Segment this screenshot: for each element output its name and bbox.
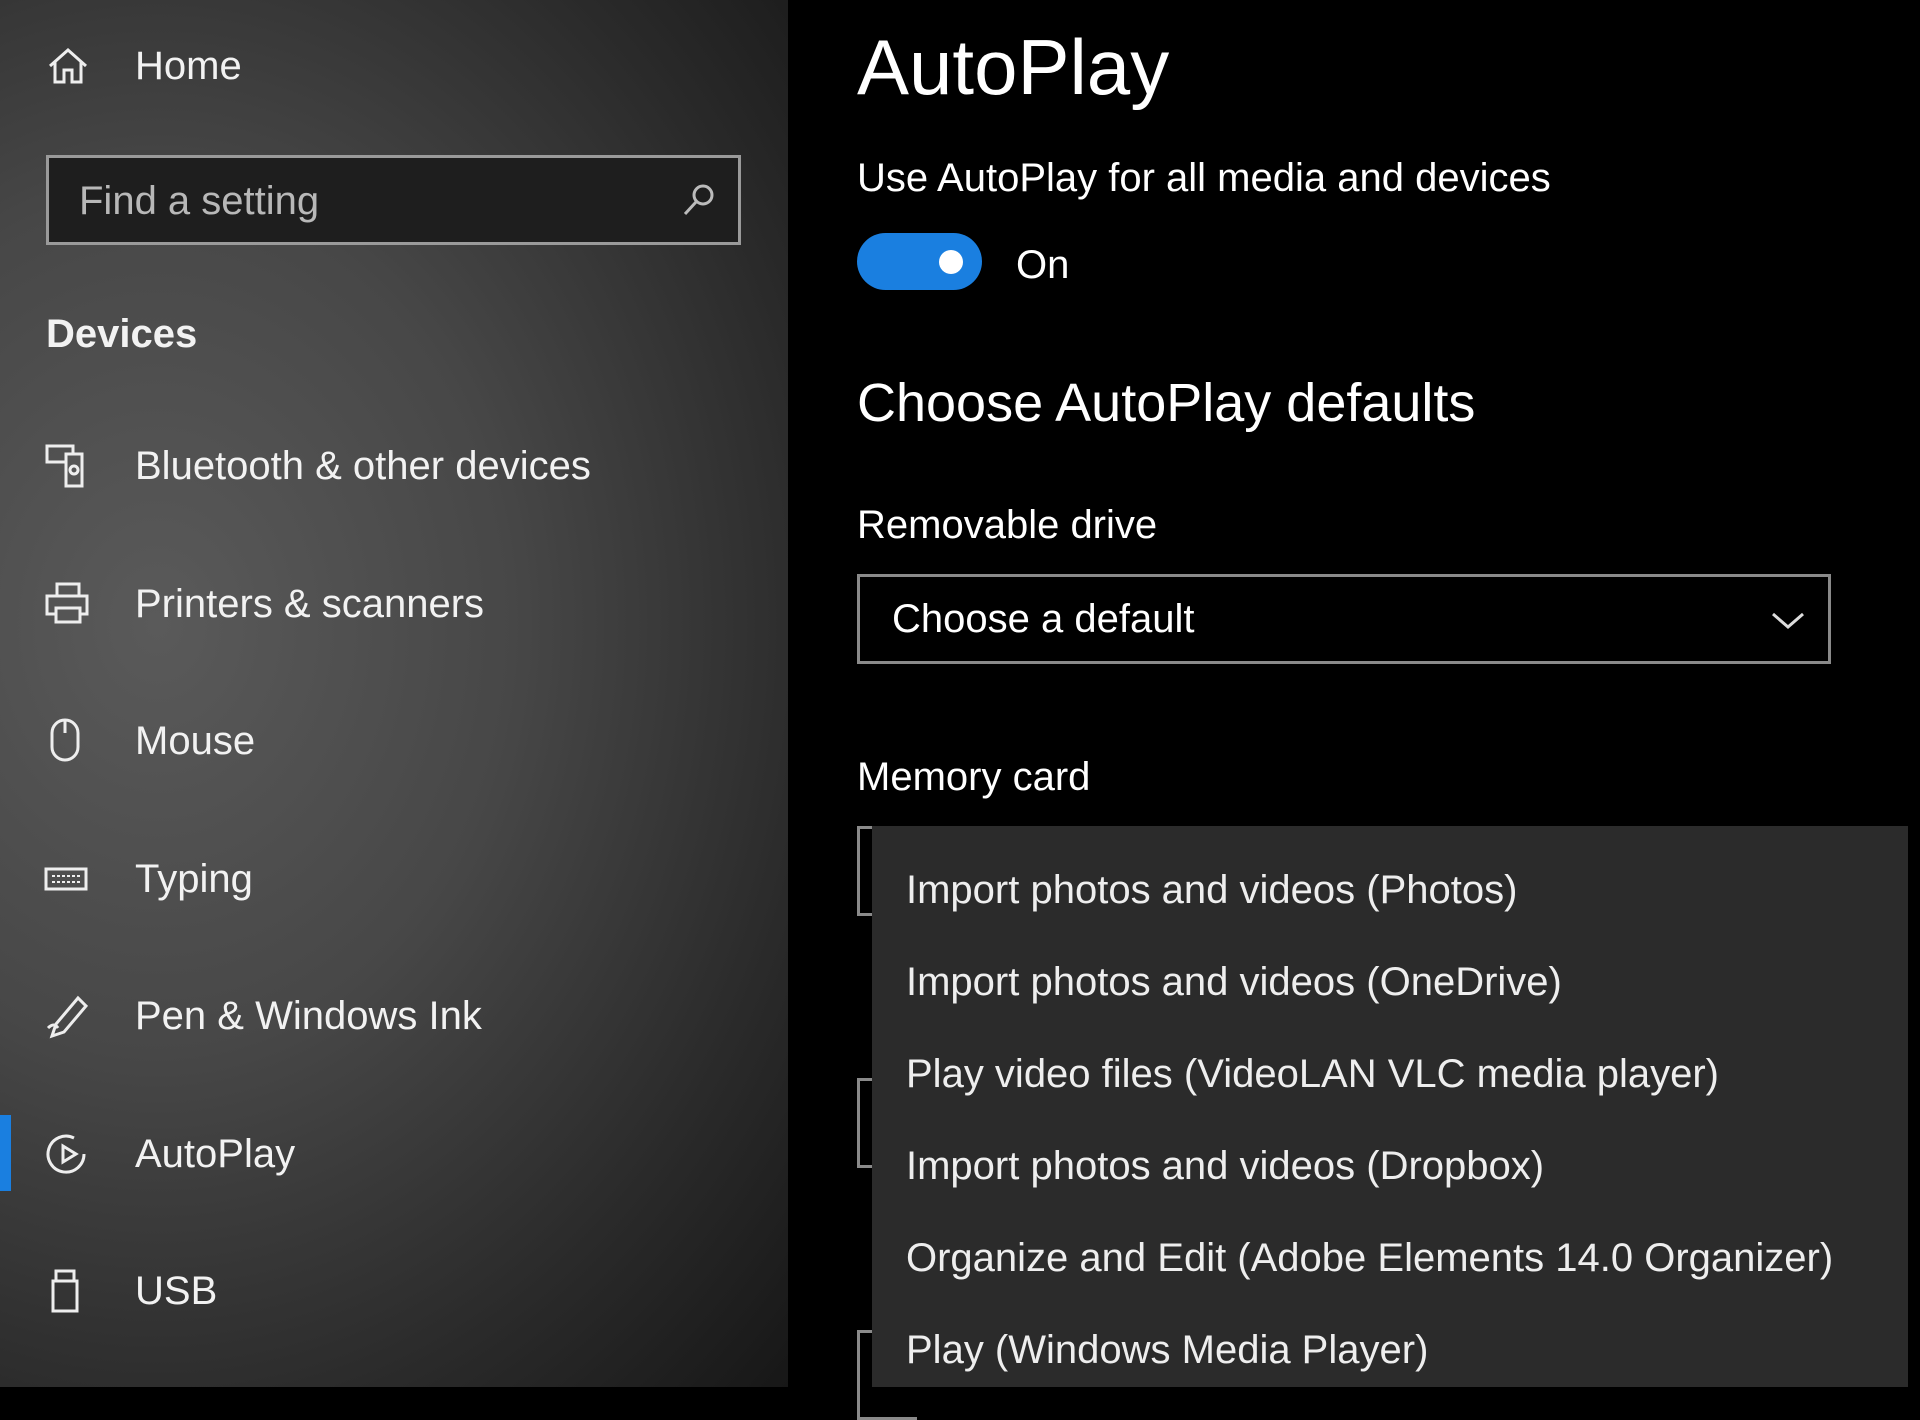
home-label: Home (135, 44, 242, 88)
sidebar-item-label: Typing (135, 857, 253, 901)
home-icon (49, 47, 87, 84)
sidebar-item-bluetooth[interactable]: Bluetooth & other devices (0, 430, 788, 502)
defaults-heading: Choose AutoPlay defaults (857, 373, 1476, 433)
menu-item[interactable]: Play (Windows Media Player) (906, 1330, 1428, 1370)
toggle-label: Use AutoPlay for all media and devices (857, 156, 1551, 200)
removable-drive-dropdown[interactable]: Choose a default (857, 574, 1831, 664)
sidebar-item-usb[interactable]: USB (0, 1255, 788, 1327)
home-link[interactable]: Home (0, 30, 788, 100)
menu-item[interactable]: Import photos and videos (Photos) (906, 870, 1517, 910)
usb-icon (51, 1269, 79, 1313)
sidebar: Home Devices Bluetooth & other devices P… (0, 0, 788, 1387)
sidebar-item-printers[interactable]: Printers & scanners (0, 568, 788, 640)
page-title: AutoPlay (857, 23, 1170, 111)
sidebar-item-label: Pen & Windows Ink (135, 994, 482, 1038)
autoplay-toggle[interactable] (857, 233, 982, 290)
sidebar-item-label: Bluetooth & other devices (135, 444, 591, 488)
pen-icon (46, 995, 89, 1039)
sidebar-item-label: Printers & scanners (135, 582, 485, 626)
sidebar-item-mouse[interactable]: Mouse (0, 705, 788, 777)
removable-drive-label: Removable drive (857, 503, 1158, 547)
autoplay-icon (46, 1134, 86, 1174)
sidebar-item-autoplay[interactable]: AutoPlay (0, 1118, 788, 1190)
dropdown-value: Choose a default (892, 597, 1195, 641)
sidebar-item-pen[interactable]: Pen & Windows Ink (0, 980, 788, 1052)
menu-item[interactable]: Import photos and videos (OneDrive) (906, 962, 1562, 1002)
memory-card-label: Memory card (857, 755, 1091, 799)
search-input[interactable] (79, 176, 659, 226)
search-box[interactable] (46, 155, 741, 245)
sidebar-item-label: USB (135, 1269, 218, 1313)
bluetooth-devices-icon (45, 444, 84, 488)
menu-item[interactable]: Play video files (VideoLAN VLC media pla… (906, 1054, 1719, 1094)
sidebar-item-label: AutoPlay (135, 1132, 296, 1176)
section-heading: Devices (46, 312, 198, 356)
mouse-icon (50, 718, 80, 762)
search-icon[interactable] (679, 180, 719, 220)
menu-item[interactable]: Import photos and videos (Dropbox) (906, 1146, 1544, 1186)
sidebar-item-typing[interactable]: Typing (0, 843, 788, 915)
sidebar-item-label: Mouse (135, 719, 256, 763)
menu-item[interactable]: Organize and Edit (Adobe Elements 14.0 O… (906, 1238, 1833, 1278)
chevron-down-icon (1772, 612, 1804, 629)
memory-card-options-menu: Import photos and videos (Photos) Import… (872, 826, 1908, 1387)
keyboard-icon (44, 867, 88, 891)
toggle-knob (939, 250, 963, 274)
toggle-state: On (1016, 243, 1070, 287)
printer-icon (45, 582, 89, 624)
